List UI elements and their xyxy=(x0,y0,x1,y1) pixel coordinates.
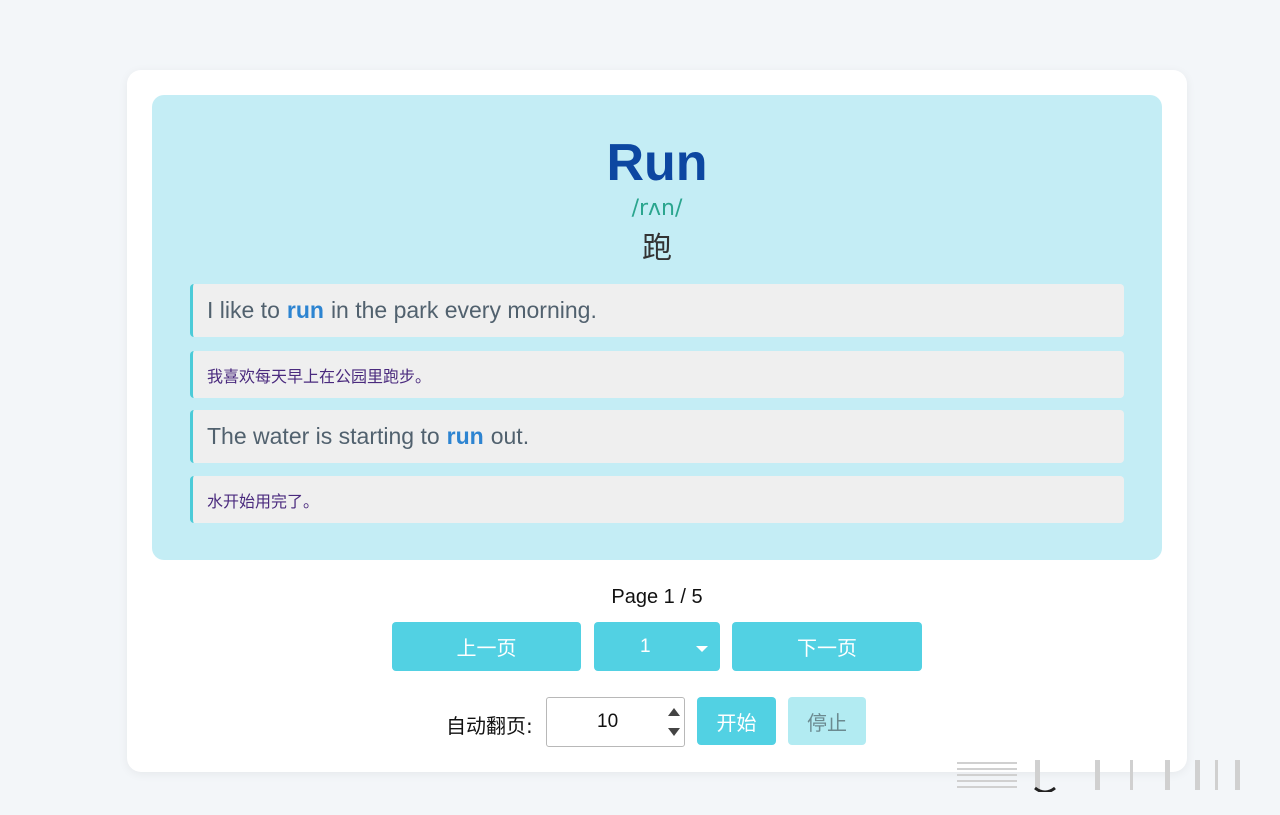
example-sentence-zh: 水开始用完了。 xyxy=(190,476,1124,523)
sentence-text: The water is starting to xyxy=(207,423,440,449)
example-sentence-en: I like to run in the park every morning. xyxy=(190,284,1124,337)
autoplay-interval-input[interactable]: 10 xyxy=(546,697,685,747)
stop-autoplay-button[interactable]: 停止 xyxy=(788,697,866,745)
sentence-translation: 我喜欢每天早上在公园里跑步。 xyxy=(207,366,432,386)
chevron-down-icon xyxy=(696,646,708,652)
sentence-translation: 水开始用完了。 xyxy=(207,491,320,511)
spinner-down-icon[interactable] xyxy=(667,723,681,741)
autoplay-label: 自动翻页: xyxy=(446,714,533,738)
start-autoplay-button[interactable]: 开始 xyxy=(697,697,776,745)
word-card: Run /rʌn/ 跑 I like to run in the park ever… xyxy=(152,95,1162,560)
flashcard-container: Run /rʌn/ 跑 I like to run in the park ever… xyxy=(127,70,1187,772)
spinner-up-icon[interactable] xyxy=(667,703,681,721)
example-sentence-zh: 我喜欢每天早上在公园里跑步。 xyxy=(190,351,1124,398)
phonetic-transcription: /rʌn/ xyxy=(631,196,683,221)
page-select-value: 1 xyxy=(640,636,651,657)
next-page-button[interactable]: 下一页 xyxy=(732,622,922,671)
page-indicator: Page 1 / 5 xyxy=(611,586,703,608)
prev-page-button[interactable]: 上一页 xyxy=(392,622,581,671)
interval-value: 10 xyxy=(597,711,619,732)
sentence-text: I like to xyxy=(207,297,280,323)
watermark-logo xyxy=(957,760,1240,792)
word-translation: 跑 xyxy=(642,231,672,266)
sentence-text: out. xyxy=(490,423,530,449)
sentence-text: in the park every morning. xyxy=(330,297,597,323)
highlighted-word: run xyxy=(446,423,484,449)
example-sentence-en: The water is starting to run out. xyxy=(190,410,1124,463)
page-select[interactable]: 1 xyxy=(594,622,720,671)
headword: Run xyxy=(606,134,708,192)
highlighted-word: run xyxy=(286,297,324,323)
